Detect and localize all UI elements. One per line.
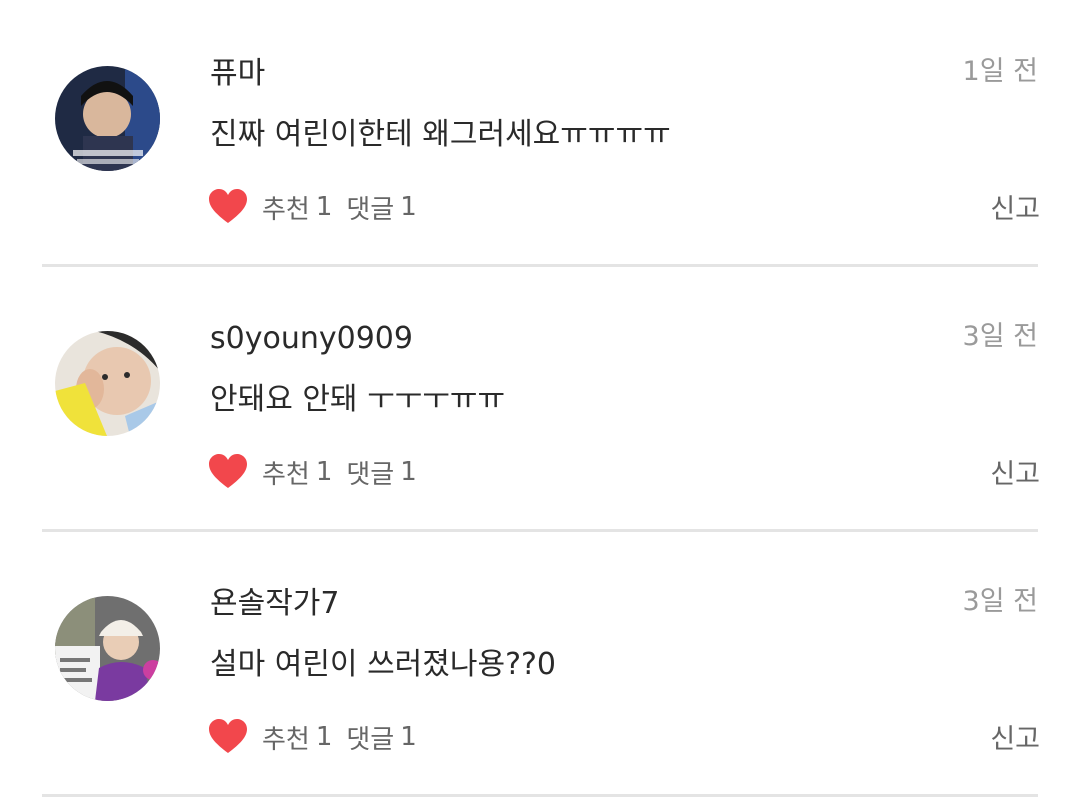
comment-username[interactable]: s0youny0909 — [210, 319, 413, 359]
like-label[interactable]: 추천 — [262, 454, 310, 491]
comment-list: 퓨마 1일 전 진짜 여린이한테 왜그러세요ㅠㅠㅠㅠ 추천 1 댓글 1 신고 — [0, 0, 1080, 810]
divider — [42, 794, 1038, 797]
comment-time: 1일 전 — [962, 56, 1038, 87]
comment-username[interactable]: 욘솔작가7 — [210, 584, 340, 624]
comment-actions: 추천 1 댓글 1 — [208, 450, 417, 494]
heart-icon[interactable] — [208, 187, 248, 227]
comment-item: 퓨마 1일 전 진짜 여린이한테 왜그러세요ㅠㅠㅠㅠ 추천 1 댓글 1 신고 — [0, 0, 1080, 267]
heart-icon[interactable] — [208, 452, 248, 492]
comment-item: s0youny0909 3일 전 안돼요 안돼 ㅜㅜㅜㅠㅠ 추천 1 댓글 1 … — [0, 265, 1080, 532]
like-count: 1 — [315, 192, 333, 222]
comment-item: 욘솔작가7 3일 전 설마 여린이 쓰러졌나용??0 추천 1 댓글 1 신고 — [0, 530, 1080, 797]
reply-label[interactable]: 댓글 — [346, 719, 394, 756]
reply-count: 1 — [400, 457, 417, 487]
comment-text: 안돼요 안돼 ㅜㅜㅜㅠㅠ — [210, 382, 506, 417]
comment-actions: 추천 1 댓글 1 — [208, 185, 417, 229]
like-count: 1 — [315, 457, 333, 487]
reply-count: 1 — [400, 192, 417, 222]
avatar[interactable] — [55, 331, 160, 436]
avatar[interactable] — [55, 596, 160, 701]
comment-time: 3일 전 — [962, 321, 1038, 352]
reply-label[interactable]: 댓글 — [346, 189, 394, 226]
reply-count: 1 — [400, 722, 417, 752]
like-label[interactable]: 추천 — [262, 719, 310, 756]
report-button[interactable]: 신고 — [990, 455, 1040, 495]
avatar[interactable] — [55, 66, 160, 171]
report-button[interactable]: 신고 — [990, 190, 1040, 230]
heart-icon[interactable] — [208, 717, 248, 757]
like-label[interactable]: 추천 — [262, 189, 310, 226]
comment-actions: 추천 1 댓글 1 — [208, 715, 417, 759]
reply-label[interactable]: 댓글 — [346, 454, 394, 491]
report-button[interactable]: 신고 — [990, 720, 1040, 760]
comment-time: 3일 전 — [962, 586, 1038, 617]
comment-text: 진짜 여린이한테 왜그러세요ㅠㅠㅠㅠ — [210, 117, 671, 152]
comment-text: 설마 여린이 쓰러졌나용??0 — [210, 647, 557, 682]
comment-username[interactable]: 퓨마 — [210, 54, 265, 94]
like-count: 1 — [315, 722, 333, 752]
